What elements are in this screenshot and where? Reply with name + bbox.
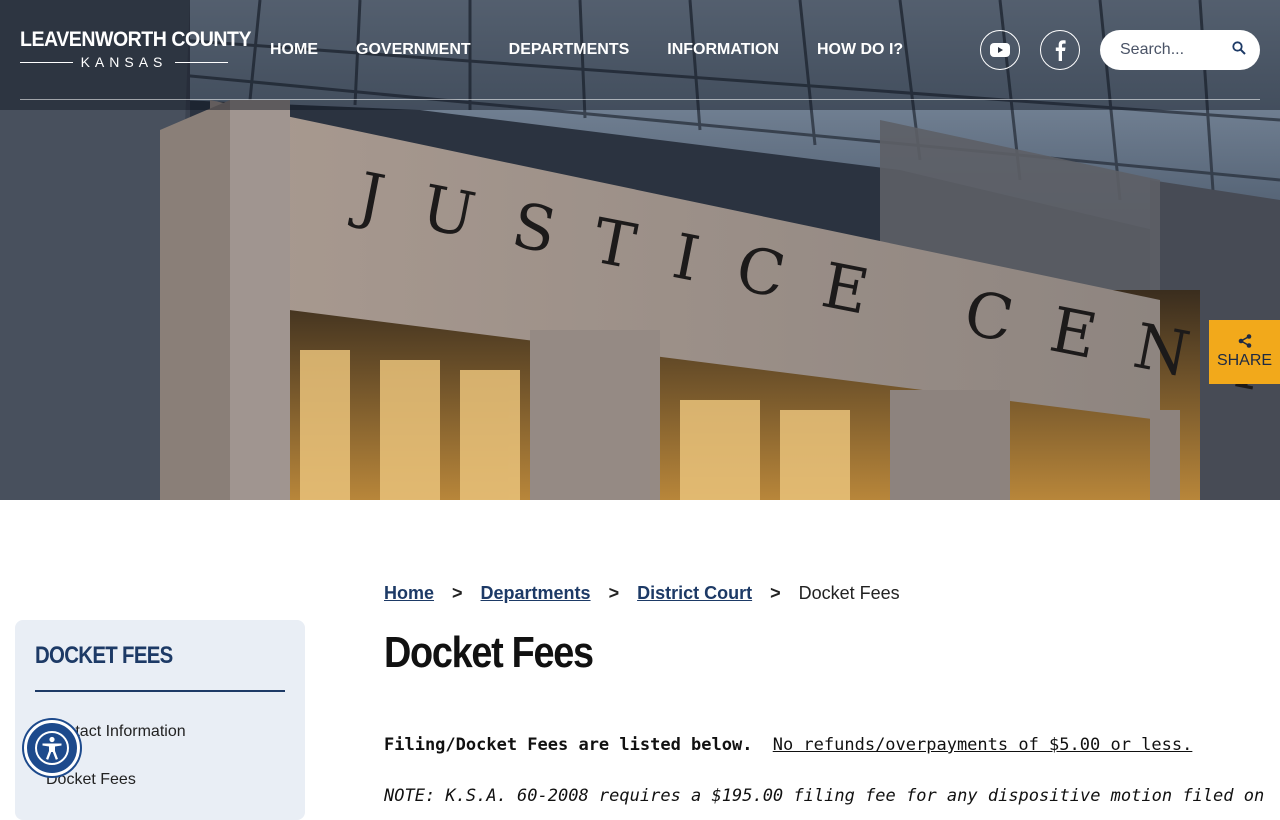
hero-banner: JUSTICE CENTER	[0, 0, 1280, 500]
breadcrumb-separator: >	[452, 583, 463, 603]
share-label: SHARE	[1216, 352, 1273, 369]
breadcrumb-district-court[interactable]: District Court	[637, 583, 752, 604]
search-box	[1100, 30, 1260, 70]
nav-government[interactable]: GOVERNMENT	[356, 40, 471, 60]
accessibility-button[interactable]	[24, 720, 80, 776]
nav-how-do-i[interactable]: HOW DO I?	[817, 40, 903, 60]
breadcrumb-current: Docket Fees	[798, 583, 900, 603]
page-title: Docket Fees	[384, 628, 594, 677]
youtube-icon	[990, 43, 1010, 57]
breadcrumb-home[interactable]: Home	[384, 583, 434, 604]
sidebar-divider	[35, 690, 285, 692]
logo-rule-left	[20, 61, 73, 63]
accessibility-icon	[35, 731, 69, 765]
share-button[interactable]: SHARE	[1209, 320, 1280, 384]
breadcrumb: Home > Departments > District Court > Do…	[384, 583, 900, 604]
share-icon	[1238, 334, 1251, 348]
nav-information[interactable]: INFORMATION	[667, 40, 779, 60]
facebook-icon	[1055, 40, 1066, 61]
breadcrumb-departments[interactable]: Departments	[481, 583, 591, 604]
intro-bold-text: Filing/Docket Fees are listed below.	[384, 735, 753, 755]
logo-state: KANSAS	[80, 54, 168, 70]
search-input[interactable]	[1120, 41, 1220, 59]
header-divider	[20, 99, 1260, 100]
fees-intro: Filing/Docket Fees are listed below. No …	[384, 735, 1192, 755]
intro-refund-note: No refunds/overpayments of $5.00 or less…	[772, 735, 1193, 755]
breadcrumb-separator: >	[608, 583, 620, 603]
facebook-button[interactable]	[1040, 30, 1080, 70]
youtube-button[interactable]	[980, 30, 1020, 70]
justice-center-photo: JUSTICE CENTER	[0, 0, 1280, 500]
logo-county-name: LEAVENWORTH COUNTY	[20, 28, 252, 51]
statute-note: NOTE: K.S.A. 60-2008 requires a $195.00 …	[384, 786, 1264, 806]
nav-home[interactable]: HOME	[270, 40, 318, 60]
logo-rule-right	[175, 61, 228, 63]
sidebar-title: DOCKET FEES	[35, 642, 173, 669]
search-icon[interactable]	[1232, 40, 1246, 60]
nav-departments[interactable]: DEPARTMENTS	[509, 40, 630, 60]
county-logo[interactable]: LEAVENWORTH COUNTY KANSAS	[20, 28, 252, 70]
breadcrumb-separator: >	[770, 583, 781, 603]
main-nav: HOME GOVERNMENT DEPARTMENTS INFORMATION …	[270, 40, 941, 60]
